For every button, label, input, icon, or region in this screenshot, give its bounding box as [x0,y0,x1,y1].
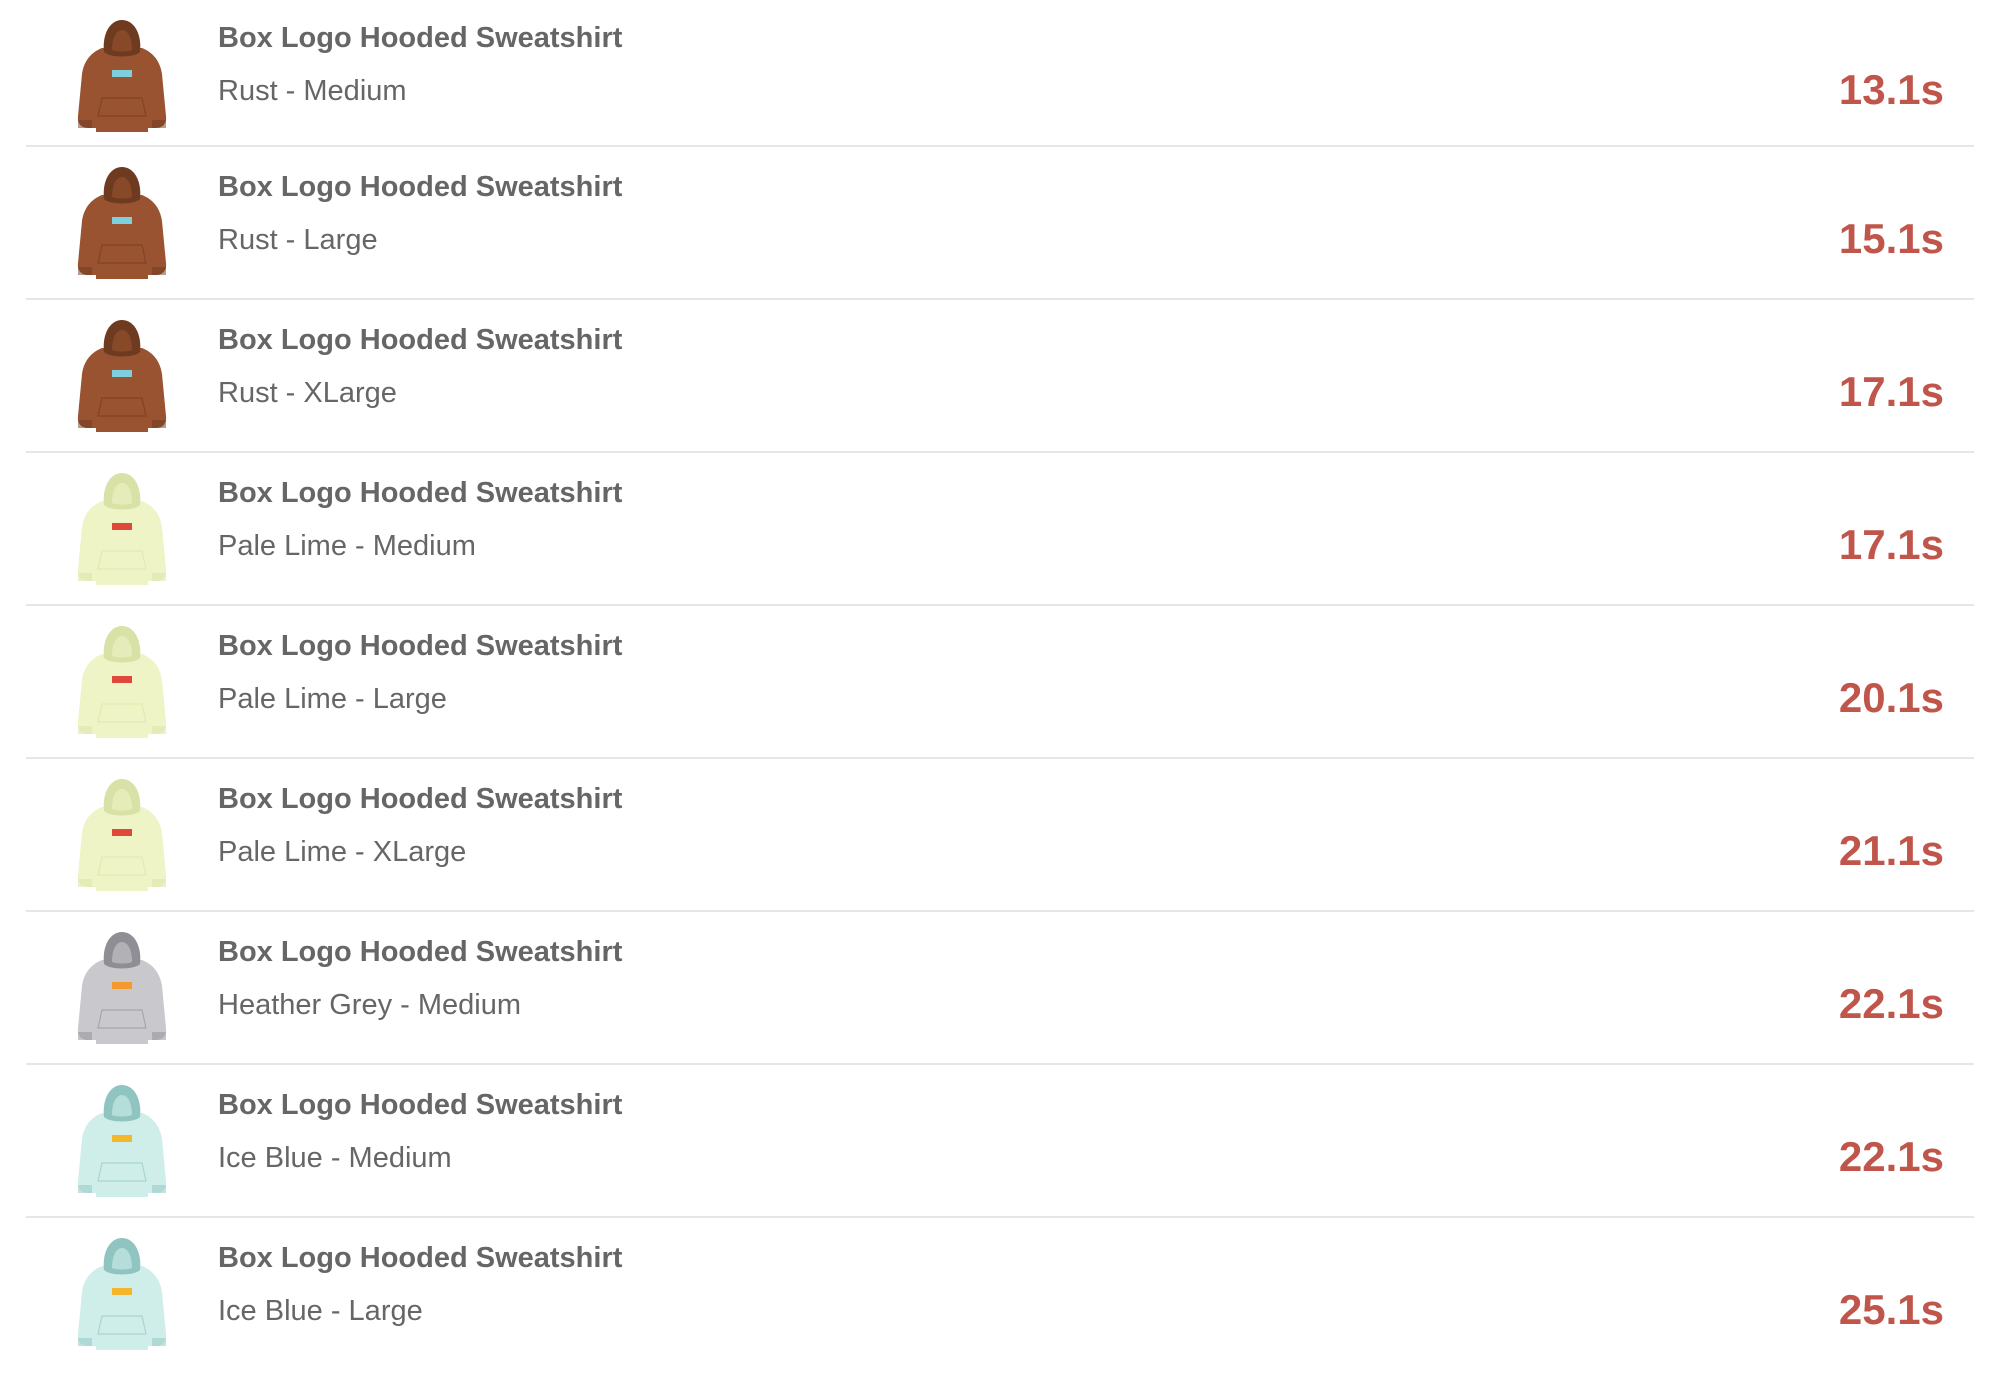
product-variant: Rust - XLarge [218,377,397,409]
list-item[interactable]: Box Logo Hooded Sweatshirt Ice Blue - Lar… [26,1218,1974,1371]
box-logo [112,70,132,77]
hoodie-icon [77,932,167,1044]
product-thumbnail [62,465,182,589]
product-variant: Pale Lime - Medium [218,530,476,562]
hoodie-icon [77,20,167,132]
product-title: Box Logo Hooded Sweatshirt [218,1242,623,1274]
box-logo [112,1135,132,1142]
checkout-time: 22.1s [1838,1133,1944,1180]
hoodie-icon [77,320,167,432]
list-item[interactable]: Box Logo Hooded Sweatshirt Rust - Medium 1… [26,0,1974,147]
list-item[interactable]: Box Logo Hooded Sweatshirt Heather Grey -… [26,912,1974,1065]
product-title: Box Logo Hooded Sweatshirt [218,171,623,203]
product-variant: Rust - Medium [218,75,407,107]
product-variant: Pale Lime - XLarge [218,836,467,868]
checkout-time: 15.1s [1838,215,1944,262]
box-logo [112,1288,132,1295]
product-thumbnail [62,924,182,1048]
product-variant: Heather Grey - Medium [218,989,521,1021]
product-thumbnail [62,771,182,895]
product-title: Box Logo Hooded Sweatshirt [218,22,623,54]
hoodie-icon [77,626,167,738]
product-title: Box Logo Hooded Sweatshirt [218,783,623,815]
product-title: Box Logo Hooded Sweatshirt [218,477,623,509]
checkout-time: 20.1s [1838,674,1944,721]
checkout-time: 17.1s [1838,521,1944,568]
hoodie-icon [77,473,167,585]
product-thumbnail [62,12,182,136]
checkout-time: 21.1s [1838,827,1944,874]
list-item[interactable]: Box Logo Hooded Sweatshirt Pale Lime - Me… [26,453,1974,606]
product-thumbnail [62,1077,182,1201]
box-logo [112,523,132,530]
product-variant: Ice Blue - Medium [218,1142,452,1174]
product-title: Box Logo Hooded Sweatshirt [218,936,623,968]
product-thumbnail [62,312,182,436]
box-logo [112,829,132,836]
product-variant: Rust - Large [218,224,378,256]
product-title: Box Logo Hooded Sweatshirt [218,324,623,356]
list-item[interactable]: Box Logo Hooded Sweatshirt Ice Blue - Med… [26,1065,1974,1218]
box-logo [112,370,132,377]
checkout-time: 17.1s [1838,368,1944,415]
box-logo [112,676,132,683]
list-item[interactable]: Box Logo Hooded Sweatshirt Pale Lime - XL… [26,759,1974,912]
checkout-time: 13.1s [1838,66,1944,113]
list-item[interactable]: Box Logo Hooded Sweatshirt Pale Lime - La… [26,606,1974,759]
product-thumbnail [62,159,182,283]
checkout-time: 22.1s [1838,980,1944,1027]
list-item[interactable]: Box Logo Hooded Sweatshirt Rust - XLarge 1… [26,300,1974,453]
product-thumbnail [62,1230,182,1354]
list-item[interactable]: Box Logo Hooded Sweatshirt Rust - Large 15… [26,147,1974,300]
product-variant: Ice Blue - Large [218,1295,423,1327]
hoodie-icon [77,167,167,279]
product-title: Box Logo Hooded Sweatshirt [218,1089,623,1121]
checkout-time: 25.1s [1838,1286,1944,1333]
hoodie-icon [77,779,167,891]
box-logo [112,982,132,989]
product-title: Box Logo Hooded Sweatshirt [218,630,623,662]
product-variant: Pale Lime - Large [218,683,447,715]
product-list: Box Logo Hooded Sweatshirt Rust - Medium 1… [26,0,1974,1371]
hoodie-icon [77,1085,167,1197]
hoodie-icon [77,1238,167,1350]
product-thumbnail [62,618,182,742]
box-logo [112,217,132,224]
